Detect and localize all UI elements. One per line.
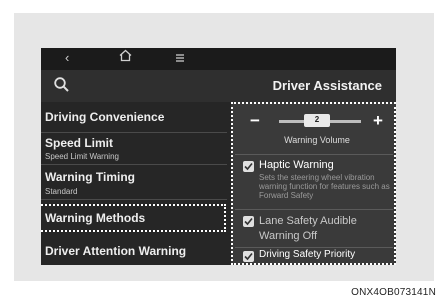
menu-item-label: Speed Limit bbox=[45, 136, 114, 150]
settings-detail-panel: − 2 + Warning Volume Haptic Warning Sets… bbox=[231, 102, 396, 265]
menu-icon[interactable] bbox=[175, 51, 185, 67]
title-bar: Driver Assistance bbox=[41, 70, 396, 102]
divider bbox=[235, 247, 393, 248]
volume-value: 2 bbox=[314, 115, 320, 124]
search-icon[interactable] bbox=[53, 76, 71, 94]
lane-safety-audible-label: Lane Safety Audible Warning Off bbox=[259, 215, 357, 242]
chevron-left-icon[interactable]: ‹ bbox=[65, 50, 69, 66]
haptic-warning-description: Sets the steering wheel vibration warnin… bbox=[259, 173, 390, 200]
haptic-warning-checkbox[interactable] bbox=[243, 161, 254, 172]
volume-slider-thumb[interactable]: 2 bbox=[304, 114, 330, 127]
menu-item-label: Warning Timing bbox=[45, 170, 135, 184]
lane-safety-audible-checkbox[interactable] bbox=[243, 216, 254, 227]
menu-item-driver-attention-warning[interactable]: Driver Attention Warning bbox=[41, 236, 229, 265]
page-title: Driver Assistance bbox=[272, 78, 382, 93]
volume-increase-button[interactable]: + bbox=[373, 112, 383, 130]
home-icon[interactable] bbox=[119, 49, 132, 66]
divider bbox=[235, 154, 393, 155]
volume-label: Warning Volume bbox=[284, 135, 350, 145]
haptic-warning-label: Haptic Warning bbox=[259, 159, 334, 171]
menu-item-speed-limit[interactable]: Speed Limit Speed Limit Warning bbox=[41, 133, 229, 164]
menu-item-warning-timing[interactable]: Warning Timing Standard bbox=[41, 165, 229, 199]
menu-item-label: Driver Attention Warning bbox=[45, 244, 187, 258]
settings-menu: Driving Convenience Speed Limit Speed Li… bbox=[41, 102, 229, 265]
menu-item-sub: Speed Limit Warning bbox=[45, 152, 119, 161]
menu-item-warning-methods[interactable]: Warning Methods bbox=[41, 202, 229, 232]
top-nav-bar: ‹ bbox=[41, 48, 396, 70]
menu-item-label: Driving Convenience bbox=[45, 110, 165, 124]
menu-item-sub: Standard bbox=[45, 187, 78, 196]
figure-caption: ONX4OB073141N bbox=[351, 287, 436, 298]
driving-safety-priority-label: Driving Safety Priority bbox=[259, 249, 356, 260]
divider bbox=[235, 209, 393, 210]
menu-item-driving-convenience[interactable]: Driving Convenience bbox=[41, 102, 229, 132]
menu-item-label: Warning Methods bbox=[45, 211, 146, 225]
volume-decrease-button[interactable]: − bbox=[250, 112, 260, 130]
driving-safety-priority-checkbox[interactable] bbox=[243, 251, 254, 262]
infotainment-screen: ‹ Driver Assistance Driving Convenience … bbox=[41, 48, 396, 265]
divider bbox=[41, 199, 227, 200]
